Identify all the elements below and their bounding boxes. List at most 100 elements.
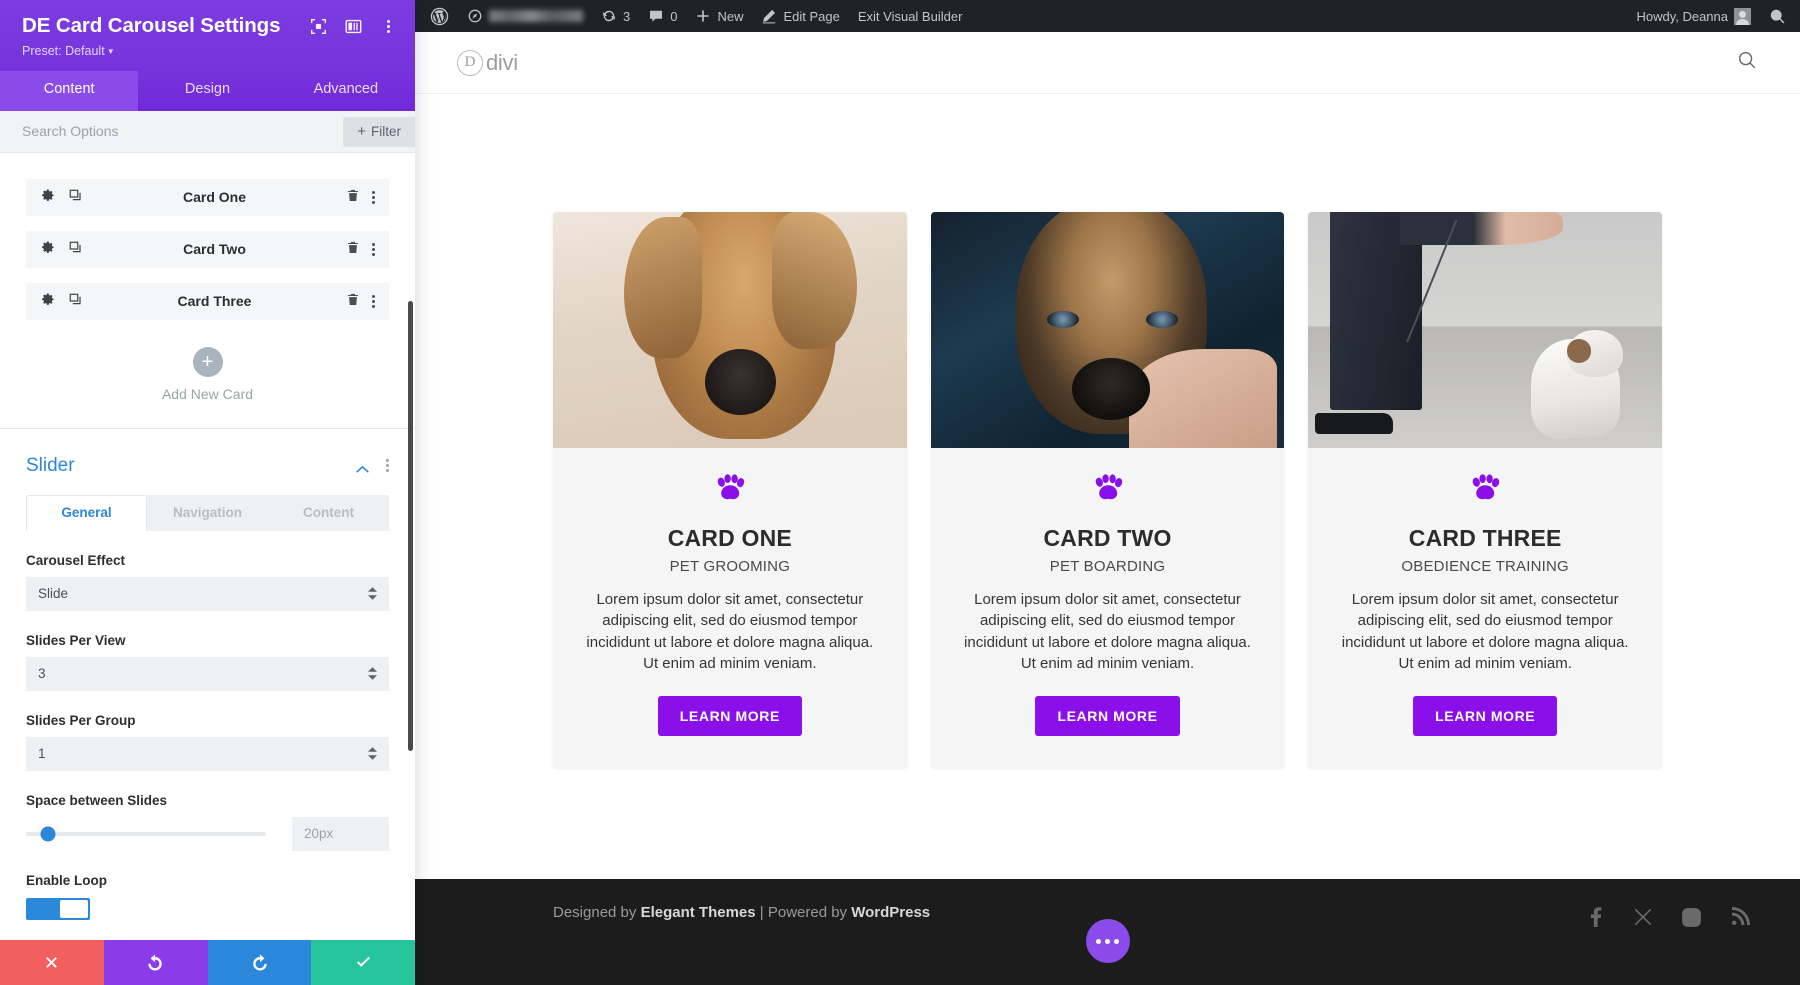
footer-designed-by: Designed by <box>553 904 641 921</box>
edit-page-item[interactable]: Edit Page <box>752 0 848 32</box>
divi-settings-panel: DE Card Carousel Settings Preset: Defaul… <box>0 0 415 985</box>
select-value: 1 <box>38 746 46 762</box>
page-canvas: CARD ONE PET GROOMING Lorem ipsum dolor … <box>415 94 1800 985</box>
howdy-label: Howdy, Deanna <box>1636 8 1728 24</box>
card-item-more-icon[interactable] <box>372 190 375 204</box>
field-enable-loop: Enable Loop <box>0 873 415 920</box>
duplicate-icon[interactable] <box>68 188 83 206</box>
footer-credits: Designed by Elegant Themes | Powered by … <box>553 904 930 921</box>
facebook-icon[interactable] <box>1585 906 1605 933</box>
exit-visual-builder-item[interactable]: Exit Visual Builder <box>849 0 972 32</box>
card-title: CARD TWO <box>1043 525 1172 551</box>
cancel-button[interactable] <box>0 940 104 985</box>
card-body-text: Lorem ipsum dolor sit amet, consectetur … <box>1341 591 1629 672</box>
chevron-up-icon[interactable] <box>355 461 370 473</box>
divi-fab-more-options-icon[interactable] <box>1085 919 1130 963</box>
card-item-two[interactable]: Card Two <box>26 230 389 268</box>
pencil-icon <box>763 9 776 24</box>
admin-search-icon[interactable] <box>1760 0 1800 32</box>
learn-more-button[interactable]: LEARN MORE <box>1035 696 1180 737</box>
duplicate-icon[interactable] <box>68 240 83 258</box>
field-label: Carousel Effect <box>26 552 126 568</box>
redo-icon <box>253 954 267 971</box>
tab-advanced[interactable]: Advanced <box>277 71 415 111</box>
card-item-label: Card One <box>182 189 246 206</box>
carousel-card-two[interactable]: CARD TWO PET BOARDING Lorem ipsum dolor … <box>930 212 1285 769</box>
select-value: Slide <box>38 586 69 602</box>
slider-section-more-icon[interactable] <box>386 459 389 473</box>
comments-item[interactable]: 0 <box>639 0 686 32</box>
rss-icon[interactable] <box>1730 907 1750 932</box>
settings-panel-footer <box>0 940 415 985</box>
slider-thumb[interactable] <box>40 826 56 842</box>
chevron-down-icon: ▼ <box>106 46 115 56</box>
divi-logo[interactable]: D divi <box>457 49 518 76</box>
carousel-effect-select[interactable]: Slide <box>26 576 389 611</box>
updates-count: 3 <box>623 8 631 24</box>
carousel-card-three[interactable]: CARD THREE OBEDIENCE TRAINING Lorem ipsu… <box>1308 212 1663 769</box>
updates-item[interactable]: 3 <box>592 0 639 32</box>
more-options-icon[interactable] <box>380 18 397 35</box>
footer-platform[interactable]: WordPress <box>851 904 930 921</box>
carousel-card-one[interactable]: CARD ONE PET GROOMING Lorem ipsum dolor … <box>553 212 907 769</box>
card-item-more-icon[interactable] <box>372 242 375 256</box>
wordpress-logo-icon[interactable] <box>421 0 458 32</box>
panel-scrollbar[interactable] <box>408 300 413 751</box>
edit-page-label: Edit Page <box>783 8 840 24</box>
expand-icon[interactable] <box>310 18 327 35</box>
enable-loop-toggle[interactable] <box>26 897 90 920</box>
redo-button[interactable] <box>207 940 312 985</box>
save-button[interactable] <box>311 940 415 985</box>
duplicate-icon[interactable] <box>68 292 83 310</box>
tab-design[interactable]: Design <box>138 71 276 111</box>
gear-icon[interactable] <box>40 240 55 258</box>
instagram-icon[interactable] <box>1681 907 1702 933</box>
slides-per-view-select[interactable]: 3 <box>26 656 389 691</box>
filter-button[interactable]: + Filter <box>343 116 415 147</box>
updates-icon <box>603 10 615 22</box>
card-item-one[interactable]: Card One <box>26 178 389 216</box>
field-carousel-effect: Carousel Effect Slide <box>0 553 415 611</box>
tab-content[interactable]: Content <box>0 70 139 111</box>
subtab-navigation[interactable]: Navigation <box>147 494 268 531</box>
field-label: Slides Per Group <box>26 712 136 728</box>
layout-icon[interactable] <box>345 18 362 35</box>
x-twitter-icon[interactable] <box>1633 907 1653 932</box>
paw-icon <box>713 474 747 509</box>
settings-panel-body: Card One Card Two Card Three + Add New C… <box>0 152 415 940</box>
paw-icon <box>1468 474 1502 509</box>
card-item-three[interactable]: Card Three <box>26 282 389 320</box>
undo-button[interactable] <box>103 940 208 985</box>
preset-selector[interactable]: Preset: Default ▼ <box>22 44 397 58</box>
gear-icon[interactable] <box>40 188 55 206</box>
slider-subtabs: General Navigation Content <box>26 494 389 531</box>
new-item[interactable]: New <box>686 0 752 32</box>
space-between-value[interactable]: 20px <box>292 816 389 851</box>
subtab-content[interactable]: Content <box>268 494 389 531</box>
avatar <box>1734 7 1751 25</box>
footer-designer[interactable]: Elegant Themes <box>641 904 756 921</box>
slides-per-group-select[interactable]: 1 <box>26 736 389 771</box>
learn-more-button[interactable]: LEARN MORE <box>657 696 802 737</box>
card-item-more-icon[interactable] <box>372 294 375 308</box>
field-label: Slides Per View <box>26 632 126 648</box>
trash-icon[interactable] <box>346 188 360 206</box>
trash-icon[interactable] <box>346 292 360 310</box>
learn-more-button[interactable]: LEARN MORE <box>1413 696 1558 737</box>
gear-icon[interactable] <box>40 292 55 310</box>
space-between-slider[interactable] <box>26 826 266 842</box>
trash-icon[interactable] <box>346 240 360 258</box>
select-value: 3 <box>38 666 46 682</box>
slider-section-header: Slider <box>0 429 415 477</box>
site-name-menu[interactable] <box>458 0 592 32</box>
add-new-card-button[interactable]: + <box>192 346 223 377</box>
card-title: CARD THREE <box>1408 525 1562 551</box>
card-item-label: Card Three <box>177 293 252 310</box>
subtab-general[interactable]: General <box>26 494 147 531</box>
toggle-knob <box>60 899 88 918</box>
plus-icon <box>697 10 710 22</box>
card-body-text: Lorem ipsum dolor sit amet, consectetur … <box>586 591 874 672</box>
howdy-menu[interactable]: Howdy, Deanna <box>1627 0 1760 32</box>
stepper-arrows-icon <box>368 587 377 600</box>
search-icon[interactable] <box>1736 49 1758 76</box>
